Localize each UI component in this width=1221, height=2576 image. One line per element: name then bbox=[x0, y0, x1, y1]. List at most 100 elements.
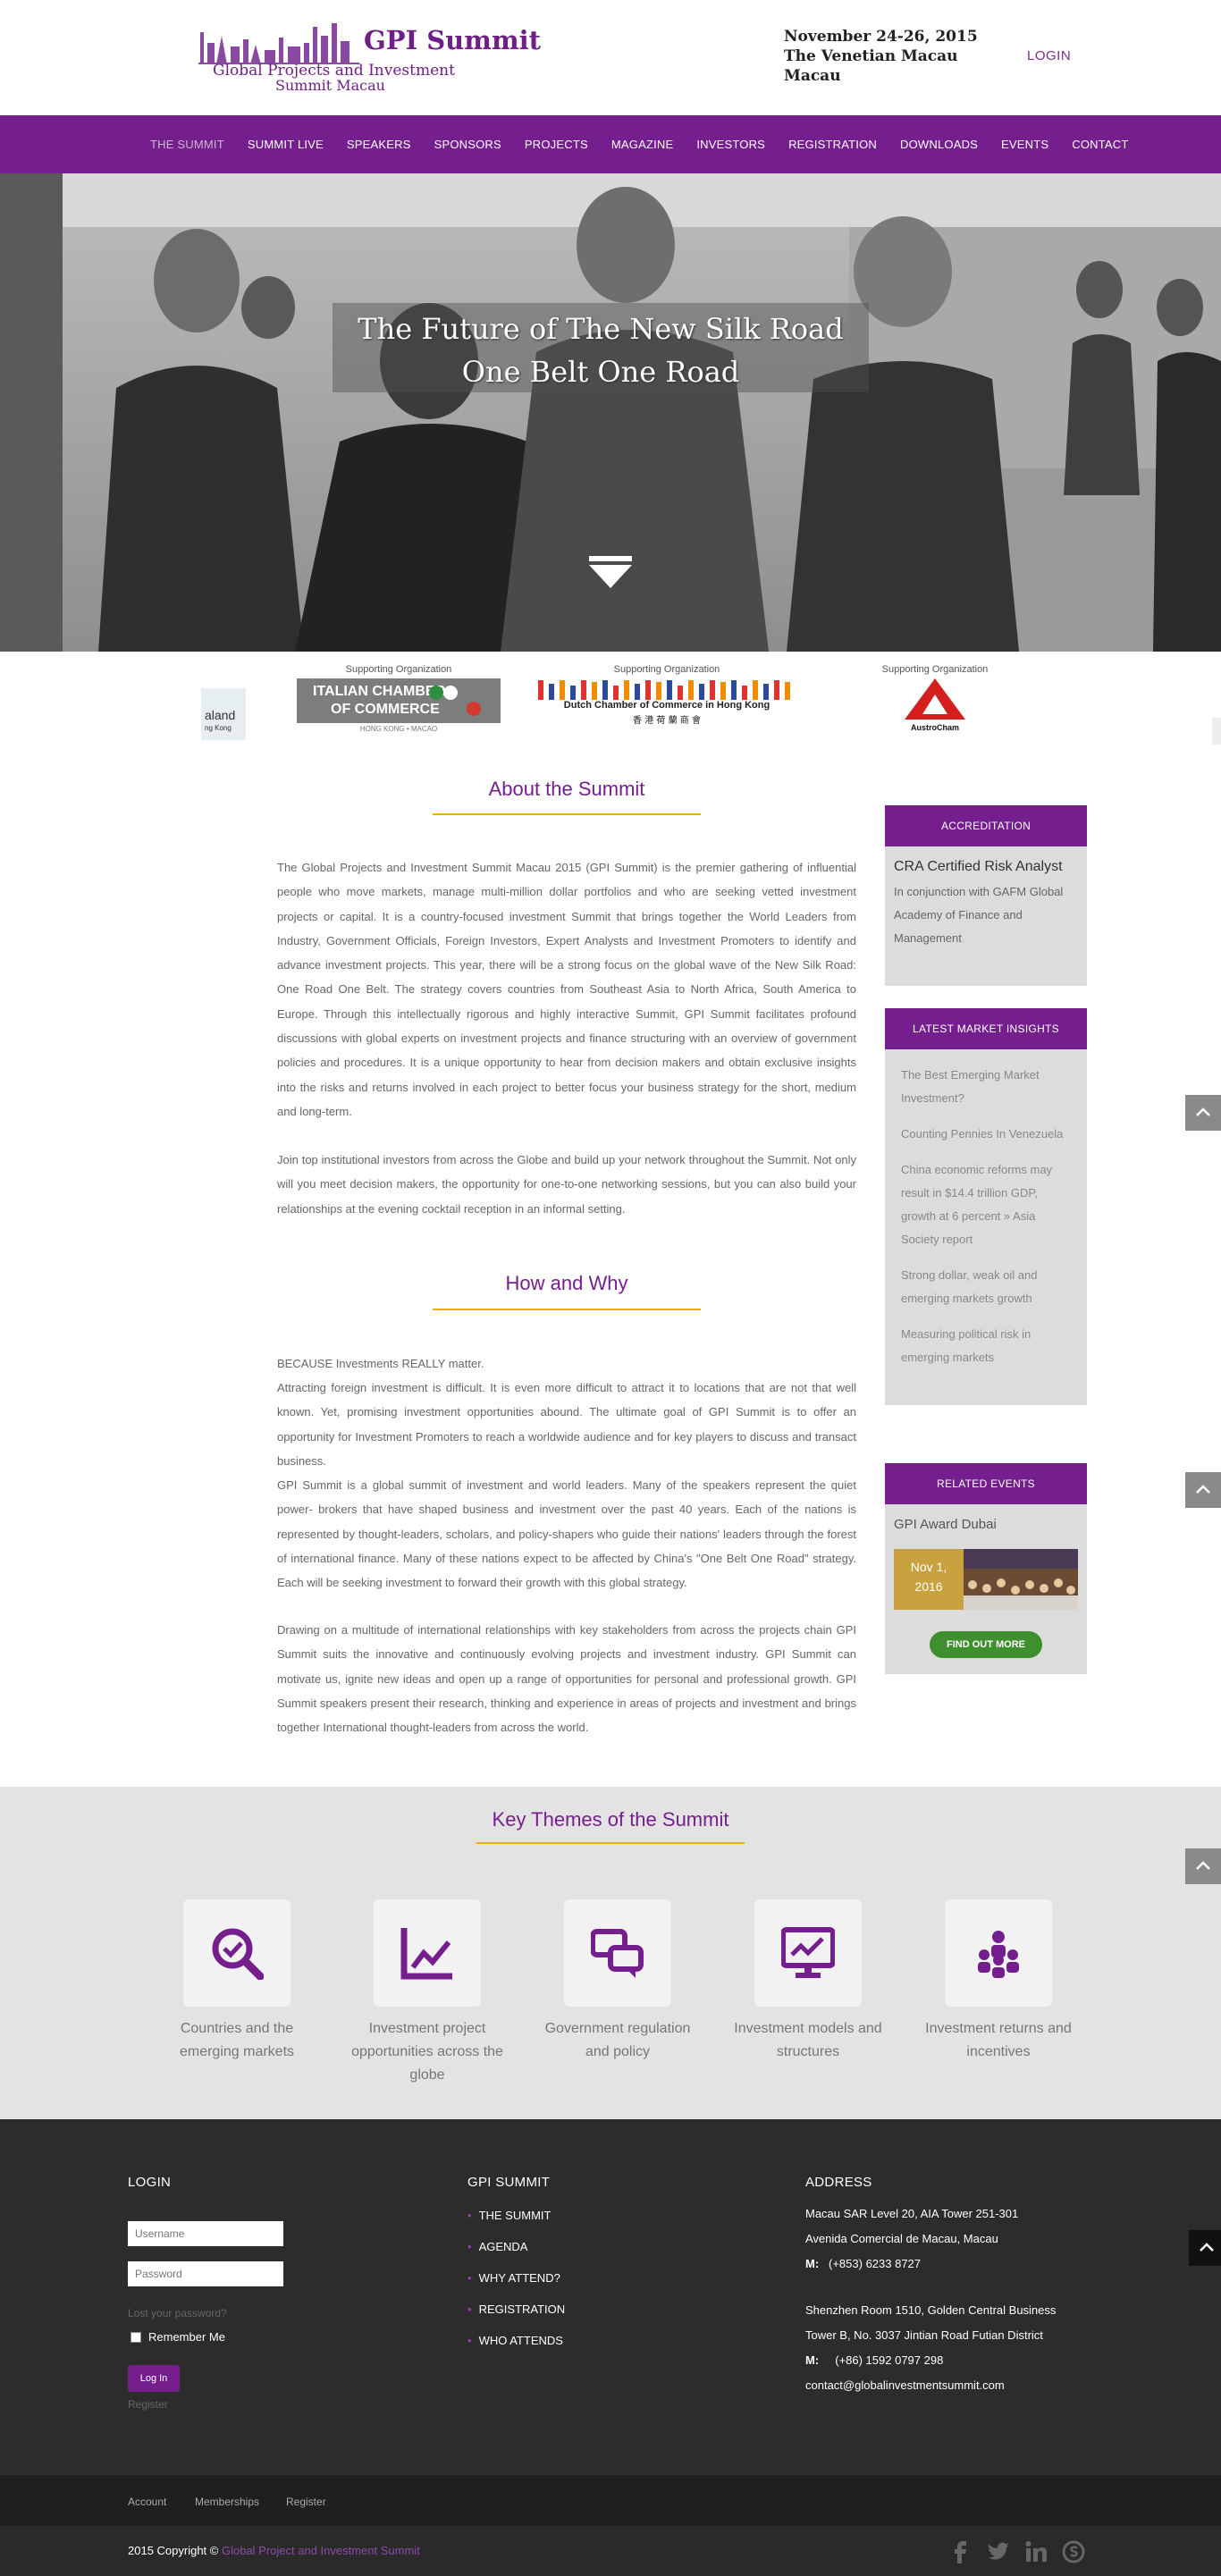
theme-item[interactable]: Investment models and structures bbox=[732, 1899, 884, 2064]
hero-subheadline: One Belt One Road bbox=[461, 355, 740, 389]
scroll-down-arrow-icon[interactable] bbox=[589, 556, 632, 588]
nav-item-investors[interactable]: INVESTORS bbox=[696, 138, 765, 151]
sponsor-carousel: aland ng Kong Supporting Organization IT… bbox=[0, 652, 1221, 759]
insight-link[interactable]: China economic reforms may result in $14… bbox=[885, 1158, 1087, 1251]
theme-label: Investment models and structures bbox=[734, 2021, 882, 2059]
sponsor-partial-text: aland bbox=[205, 708, 236, 722]
twitter-icon[interactable] bbox=[987, 2540, 1010, 2563]
logo-title: GPI Summit bbox=[364, 25, 542, 55]
hero-headline: The Future of The New Silk Road bbox=[358, 312, 844, 346]
lost-password-link[interactable]: Lost your password? bbox=[128, 2307, 227, 2319]
header-login-link[interactable]: LOGIN bbox=[1027, 48, 1071, 63]
insight-link[interactable]: The Best Emerging Market Investment? bbox=[885, 1064, 1087, 1110]
how-why-paragraph-4: Drawing on a multitude of international … bbox=[277, 1623, 856, 1735]
footer-link-agenda[interactable]: • AGENDA bbox=[467, 2240, 565, 2271]
nav-item-the-summit[interactable]: THE SUMMIT bbox=[150, 138, 224, 151]
site-logo[interactable]: GPI Summit Global Projects and Investmen… bbox=[198, 20, 541, 94]
nav-item-events[interactable]: EVENTS bbox=[1001, 138, 1048, 151]
carousel-next-handle[interactable] bbox=[1212, 718, 1221, 745]
event-city: Macau bbox=[784, 67, 841, 85]
scroll-top-button[interactable] bbox=[1185, 1848, 1221, 1884]
event-thumbnail[interactable]: Nov 1, 2016 bbox=[894, 1549, 1078, 1610]
linkedin-icon[interactable] bbox=[1024, 2540, 1048, 2563]
remember-me-label: Remember Me bbox=[148, 2330, 225, 2344]
nav-item-summit-live[interactable]: SUMMIT LIVE bbox=[248, 138, 324, 151]
theme-item[interactable]: Investment returns and incentives bbox=[922, 1899, 1074, 2064]
copyright-bar: 2015 Copyright © Global Project and Inve… bbox=[0, 2526, 1221, 2576]
accreditation-title[interactable]: CRA Certified Risk Analyst bbox=[885, 846, 1087, 880]
theme-label: Investment project opportunities across … bbox=[351, 2021, 503, 2083]
accreditation-widget: ACCREDITATION CRA Certified Risk Analyst… bbox=[885, 805, 1087, 986]
austrocham-logo-icon bbox=[905, 678, 965, 720]
key-themes-section: Key Themes of the Summit Countries and t… bbox=[0, 1787, 1221, 2119]
theme-icon-box bbox=[754, 1899, 862, 2007]
italian-chamber-logo: ITALIAN CHAMBER OF COMMERCE bbox=[297, 678, 501, 723]
event-info: November 24-26, 2015 The Venetian Macau … bbox=[784, 27, 978, 86]
shenzhen-address: Shenzhen Room 1510, Golden Central Busin… bbox=[805, 2298, 1056, 2398]
insight-link[interactable]: Counting Pennies In Venezuela bbox=[885, 1123, 1087, 1146]
theme-icon-box bbox=[183, 1899, 291, 2007]
nav-item-projects[interactable]: PROJECTS bbox=[525, 138, 588, 151]
footer-link-why-attend[interactable]: • WHY ATTEND? bbox=[467, 2271, 565, 2302]
footer-summit-links: • THE SUMMIT • AGENDA • WHY ATTEND? • REGIST… bbox=[467, 2209, 565, 2365]
theme-icon-box bbox=[945, 1899, 1052, 2007]
market-insights-widget: LATEST MARKET INSIGHTS The Best Emerging… bbox=[885, 1008, 1087, 1405]
scroll-top-button[interactable] bbox=[1189, 2230, 1221, 2266]
how-why-paragraph-3: GPI Summit is a global summit of investm… bbox=[277, 1478, 856, 1590]
find-out-more-button[interactable]: FIND OUT MORE bbox=[930, 1631, 1042, 1658]
nav-item-magazine[interactable]: MAGAZINE bbox=[611, 138, 674, 151]
username-field[interactable] bbox=[128, 2221, 283, 2246]
event-photo bbox=[964, 1549, 1078, 1610]
themes-title-rule bbox=[476, 1842, 745, 1844]
event-title[interactable]: GPI Award Dubai bbox=[885, 1504, 1087, 1537]
theme-item[interactable]: Investment project opportunities across … bbox=[351, 1899, 503, 2087]
scroll-top-button[interactable] bbox=[1185, 1095, 1221, 1131]
sponsor-austrocham[interactable]: Supporting Organization AustroCham bbox=[863, 664, 1006, 732]
accreditation-heading: ACCREDITATION bbox=[885, 805, 1087, 846]
themes-title: Key Themes of the Summit bbox=[492, 1808, 729, 1831]
footer-login-button[interactable]: Log In bbox=[128, 2365, 180, 2392]
macau-address: Macau SAR Level 20, AIA Tower 251-301 Av… bbox=[805, 2201, 1018, 2277]
password-field[interactable] bbox=[128, 2261, 283, 2286]
sponsor-dutch-chamber[interactable]: Supporting Organization Dutch Chamber of… bbox=[536, 664, 797, 726]
theme-icon-box bbox=[374, 1899, 481, 2007]
nav-item-downloads[interactable]: DOWNLOADS bbox=[900, 138, 978, 151]
insights-heading: LATEST MARKET INSIGHTS bbox=[885, 1008, 1087, 1049]
theme-item[interactable]: Countries and the emerging markets bbox=[161, 1899, 313, 2064]
nav-item-speakers[interactable]: SPEAKERS bbox=[347, 138, 411, 151]
site-footer: LOGIN Lost your password? Remember Me Lo… bbox=[0, 2119, 1221, 2475]
remember-me-checkbox[interactable] bbox=[131, 2332, 141, 2343]
scroll-top-button[interactable] bbox=[1185, 1472, 1221, 1508]
sponsor-logo-partial[interactable]: aland ng Kong bbox=[201, 688, 246, 740]
footer-account-link[interactable]: Account bbox=[128, 2496, 166, 2508]
footer-summit-heading: GPI SUMMIT bbox=[467, 2175, 551, 2190]
nav-item-registration[interactable]: REGISTRATION bbox=[788, 138, 877, 151]
footer-link-the-summit[interactable]: • THE SUMMIT bbox=[467, 2209, 565, 2240]
footer-register-link[interactable]: Register bbox=[128, 2398, 168, 2411]
footer-address-heading: ADDRESS bbox=[805, 2175, 872, 2190]
nav-item-contact[interactable]: CONTACT bbox=[1072, 138, 1128, 151]
theme-label: Government regulation and policy bbox=[544, 2021, 691, 2059]
about-paragraph-1: The Global Projects and Investment Summi… bbox=[277, 861, 856, 1118]
supporting-org-label: Supporting Organization bbox=[613, 664, 720, 675]
line-chart-icon bbox=[400, 1928, 452, 1980]
italian-chamber-sub: HONG KONG • MACAO bbox=[359, 725, 438, 733]
event-date-badge: Nov 1, 2016 bbox=[894, 1549, 964, 1610]
insight-link[interactable]: Strong dollar, weak oil and emerging mar… bbox=[885, 1264, 1087, 1310]
footer-link-who-attends[interactable]: • WHO ATTENDS bbox=[467, 2334, 565, 2365]
footer-bottom-register-link[interactable]: Register bbox=[286, 2496, 326, 2508]
dutch-chamber-text: Dutch Chamber of Commerce in Hong Kong bbox=[563, 700, 770, 711]
facebook-icon[interactable] bbox=[949, 2540, 973, 2563]
shenzhen-phone: M: (+86) 1592 0797 298 bbox=[805, 2353, 944, 2367]
sponsor-partial-text-2: ng Kong bbox=[205, 724, 232, 732]
copyright-text: 2015 Copyright © Global Project and Inve… bbox=[128, 2544, 420, 2557]
theme-item[interactable]: Government regulation and policy bbox=[542, 1899, 694, 2064]
italian-flag-red-icon bbox=[467, 702, 481, 716]
footer-link-registration[interactable]: • REGISTRATION bbox=[467, 2302, 565, 2334]
skype-icon[interactable] bbox=[1062, 2540, 1085, 2563]
contact-email[interactable]: contact@globalinvestmentsummit.com bbox=[805, 2373, 1056, 2398]
footer-memberships-link[interactable]: Memberships bbox=[195, 2496, 259, 2508]
insight-link[interactable]: Measuring political risk in emerging mar… bbox=[885, 1323, 1087, 1369]
nav-item-sponsors[interactable]: SPONSORS bbox=[434, 138, 501, 151]
sponsor-italian-chamber[interactable]: Supporting Organization ITALIAN CHAMBER … bbox=[297, 664, 501, 733]
